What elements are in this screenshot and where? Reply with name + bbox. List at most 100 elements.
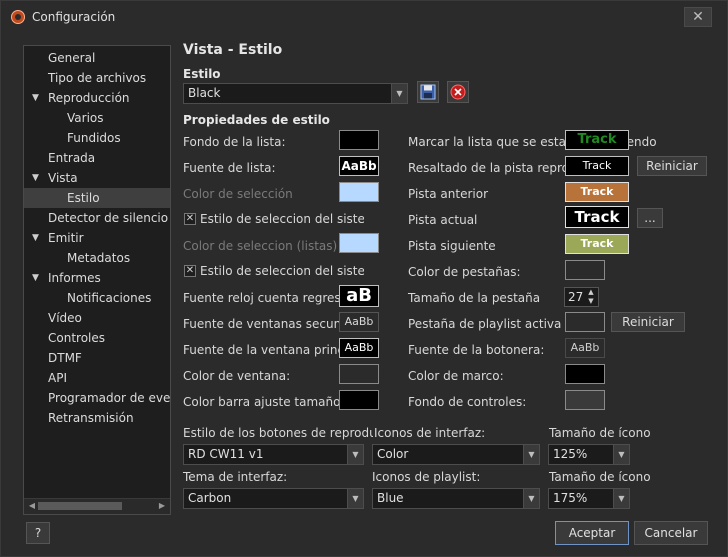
page-title: Vista - Estilo bbox=[183, 42, 283, 58]
resaltado-track[interactable]: Track bbox=[565, 156, 629, 176]
tree-item-programador[interactable]: Programador de eventos bbox=[48, 388, 170, 408]
color-marco-swatch[interactable] bbox=[565, 364, 605, 384]
reiniciar-button-2[interactable]: Reiniciar bbox=[611, 312, 685, 332]
iconos-playlist-select[interactable]: Blue ▼ bbox=[372, 488, 540, 509]
tree-item-video[interactable]: Vídeo bbox=[48, 308, 82, 328]
fuente-botonera-button[interactable]: AaBb bbox=[565, 338, 605, 358]
pestana-activa-swatch[interactable] bbox=[565, 312, 605, 332]
marcar-lista-track[interactable]: Track bbox=[565, 130, 629, 150]
tree-item-informes[interactable]: ▼ Informes bbox=[32, 268, 101, 288]
fondo-lista-swatch[interactable] bbox=[339, 130, 379, 150]
tree-item-tipo-archivos[interactable]: Tipo de archivos bbox=[48, 68, 146, 88]
reiniciar-button-1[interactable]: Reiniciar bbox=[637, 156, 707, 176]
accept-button[interactable]: Aceptar bbox=[555, 521, 629, 545]
tree-item-vista[interactable]: ▼ Vista bbox=[32, 168, 78, 188]
scroll-left-icon[interactable]: ◀ bbox=[27, 501, 37, 511]
scrollbar-thumb[interactable] bbox=[38, 502, 122, 510]
color-marco-label: Color de marco: bbox=[408, 369, 504, 383]
color-barra-swatch[interactable] bbox=[339, 390, 379, 410]
close-button[interactable]: ✕ bbox=[684, 7, 712, 27]
botones-select[interactable]: RD CW11 v1 ▼ bbox=[183, 444, 364, 465]
tree-item-notificaciones[interactable]: Notificaciones bbox=[67, 288, 151, 308]
estilo-sistema-label: Estilo de seleccion del sistema bbox=[200, 212, 364, 226]
iconos-playlist-value: Blue bbox=[377, 491, 404, 505]
tree-item-controles[interactable]: Controles bbox=[48, 328, 105, 348]
botones-label: Estilo de los botones de reproducción: bbox=[183, 426, 373, 440]
chevron-down-icon[interactable]: ▼ bbox=[391, 84, 407, 103]
color-seleccion-listas-swatch[interactable] bbox=[339, 233, 379, 253]
botones-select-value: RD CW11 v1 bbox=[188, 447, 264, 461]
tree-item-reproduccion[interactable]: ▼ Reproducción bbox=[32, 88, 130, 108]
chevron-down-icon[interactable]: ▼ bbox=[347, 445, 363, 464]
iconos-interfaz-select[interactable]: Color ▼ bbox=[372, 444, 540, 465]
cancel-button[interactable]: Cancelar bbox=[634, 521, 708, 545]
tree-item-dtmf[interactable]: DTMF bbox=[48, 348, 82, 368]
pista-actual-track[interactable]: Track bbox=[565, 206, 629, 228]
chevron-down-icon[interactable]: ▼ bbox=[523, 445, 539, 464]
scroll-right-icon[interactable]: ▶ bbox=[157, 501, 167, 511]
pista-anterior-track[interactable]: Track bbox=[565, 182, 629, 202]
spin-down-icon[interactable]: ▼ bbox=[586, 297, 596, 306]
tree-item-label: Informes bbox=[48, 271, 101, 285]
tree-item-varios[interactable]: Varios bbox=[67, 108, 104, 128]
chevron-down-icon[interactable]: ▼ bbox=[32, 228, 42, 248]
style-select-value: Black bbox=[188, 86, 221, 100]
color-ventana-label: Color de ventana: bbox=[183, 369, 291, 383]
chevron-down-icon[interactable]: ▼ bbox=[32, 268, 42, 288]
fuente-ventana-princ-button[interactable]: AaBb bbox=[339, 338, 379, 358]
tree-item-label: Emitir bbox=[48, 231, 84, 245]
color-pestanas-swatch[interactable] bbox=[565, 260, 605, 280]
tamano-pestana-value: 27 bbox=[568, 290, 584, 304]
tema-select[interactable]: Carbon ▼ bbox=[183, 488, 364, 509]
horizontal-scrollbar[interactable]: ◀ ▶ bbox=[24, 498, 170, 514]
tree-item-api[interactable]: API bbox=[48, 368, 67, 388]
delete-style-button[interactable] bbox=[447, 81, 469, 103]
color-seleccion-label: Color de selección bbox=[183, 187, 293, 201]
tamano-icono2-value: 175% bbox=[553, 491, 588, 505]
pista-actual-more-button[interactable]: ... bbox=[637, 208, 663, 228]
tree-item-detector-silencio[interactable]: Detector de silencio bbox=[48, 208, 168, 228]
tree-item-entrada[interactable]: Entrada bbox=[48, 148, 95, 168]
chevron-down-icon[interactable]: ▼ bbox=[613, 445, 629, 464]
fondo-controles-swatch[interactable] bbox=[565, 390, 605, 410]
pista-siguiente-track[interactable]: Track bbox=[565, 234, 629, 254]
tamano-pestana-spinner[interactable]: 27 ▲ ▼ bbox=[564, 287, 599, 307]
estilo-sistema2-checkbox[interactable]: ✕ bbox=[184, 265, 196, 277]
iconos-interfaz-label: Iconos de interfaz: bbox=[374, 426, 486, 440]
iconos-interfaz-value: Color bbox=[377, 447, 409, 461]
floppy-disk-icon bbox=[420, 84, 436, 100]
save-style-button[interactable] bbox=[417, 81, 439, 103]
color-ventana-swatch[interactable] bbox=[339, 364, 379, 384]
chevron-down-icon[interactable]: ▼ bbox=[32, 168, 42, 188]
fondo-controles-label: Fondo de controles: bbox=[408, 395, 527, 409]
fuente-reloj-button[interactable]: aB bbox=[339, 285, 379, 307]
delete-circle-icon bbox=[450, 84, 466, 100]
color-seleccion-swatch[interactable] bbox=[339, 182, 379, 202]
help-button[interactable]: ? bbox=[26, 522, 50, 544]
chevron-down-icon[interactable]: ▼ bbox=[613, 489, 629, 508]
color-pestanas-label: Color de pestañas: bbox=[408, 265, 521, 279]
style-select[interactable]: Black ▼ bbox=[183, 83, 408, 104]
tamano-icono-select[interactable]: 125% ▼ bbox=[548, 444, 630, 465]
tree-item-metadatos[interactable]: Metadatos bbox=[67, 248, 130, 268]
chevron-down-icon[interactable]: ▼ bbox=[347, 489, 363, 508]
tree-item-emitir[interactable]: ▼ Emitir bbox=[32, 228, 84, 248]
chevron-down-icon[interactable]: ▼ bbox=[32, 88, 42, 108]
title-bar: Configuración ✕ bbox=[1, 1, 727, 33]
fuente-lista-label: Fuente de lista: bbox=[183, 161, 276, 175]
settings-window: Configuración ✕ General Tipo de archivos… bbox=[0, 0, 728, 557]
tree-item-general[interactable]: General bbox=[48, 48, 95, 68]
tamano-pestana-label: Tamaño de la pestaña bbox=[408, 291, 541, 305]
tamano-icono-value: 125% bbox=[553, 447, 588, 461]
estilo-sistema2-label: Estilo de seleccion del sistema bbox=[200, 264, 364, 278]
tamano-icono2-select[interactable]: 175% ▼ bbox=[548, 488, 630, 509]
fuente-ventanas-sec-button[interactable]: AaBb bbox=[339, 312, 379, 332]
fuente-lista-button[interactable]: AaBb bbox=[339, 156, 379, 176]
tree-item-fundidos[interactable]: Fundidos bbox=[67, 128, 121, 148]
tree-item-estilo[interactable]: Estilo bbox=[24, 188, 170, 208]
spin-up-icon[interactable]: ▲ bbox=[586, 288, 596, 297]
tree-item-retransmision[interactable]: Retransmisión bbox=[48, 408, 134, 428]
chevron-down-icon[interactable]: ▼ bbox=[523, 489, 539, 508]
tree-item-label: Vista bbox=[48, 171, 78, 185]
estilo-sistema-checkbox[interactable]: ✕ bbox=[184, 213, 196, 225]
